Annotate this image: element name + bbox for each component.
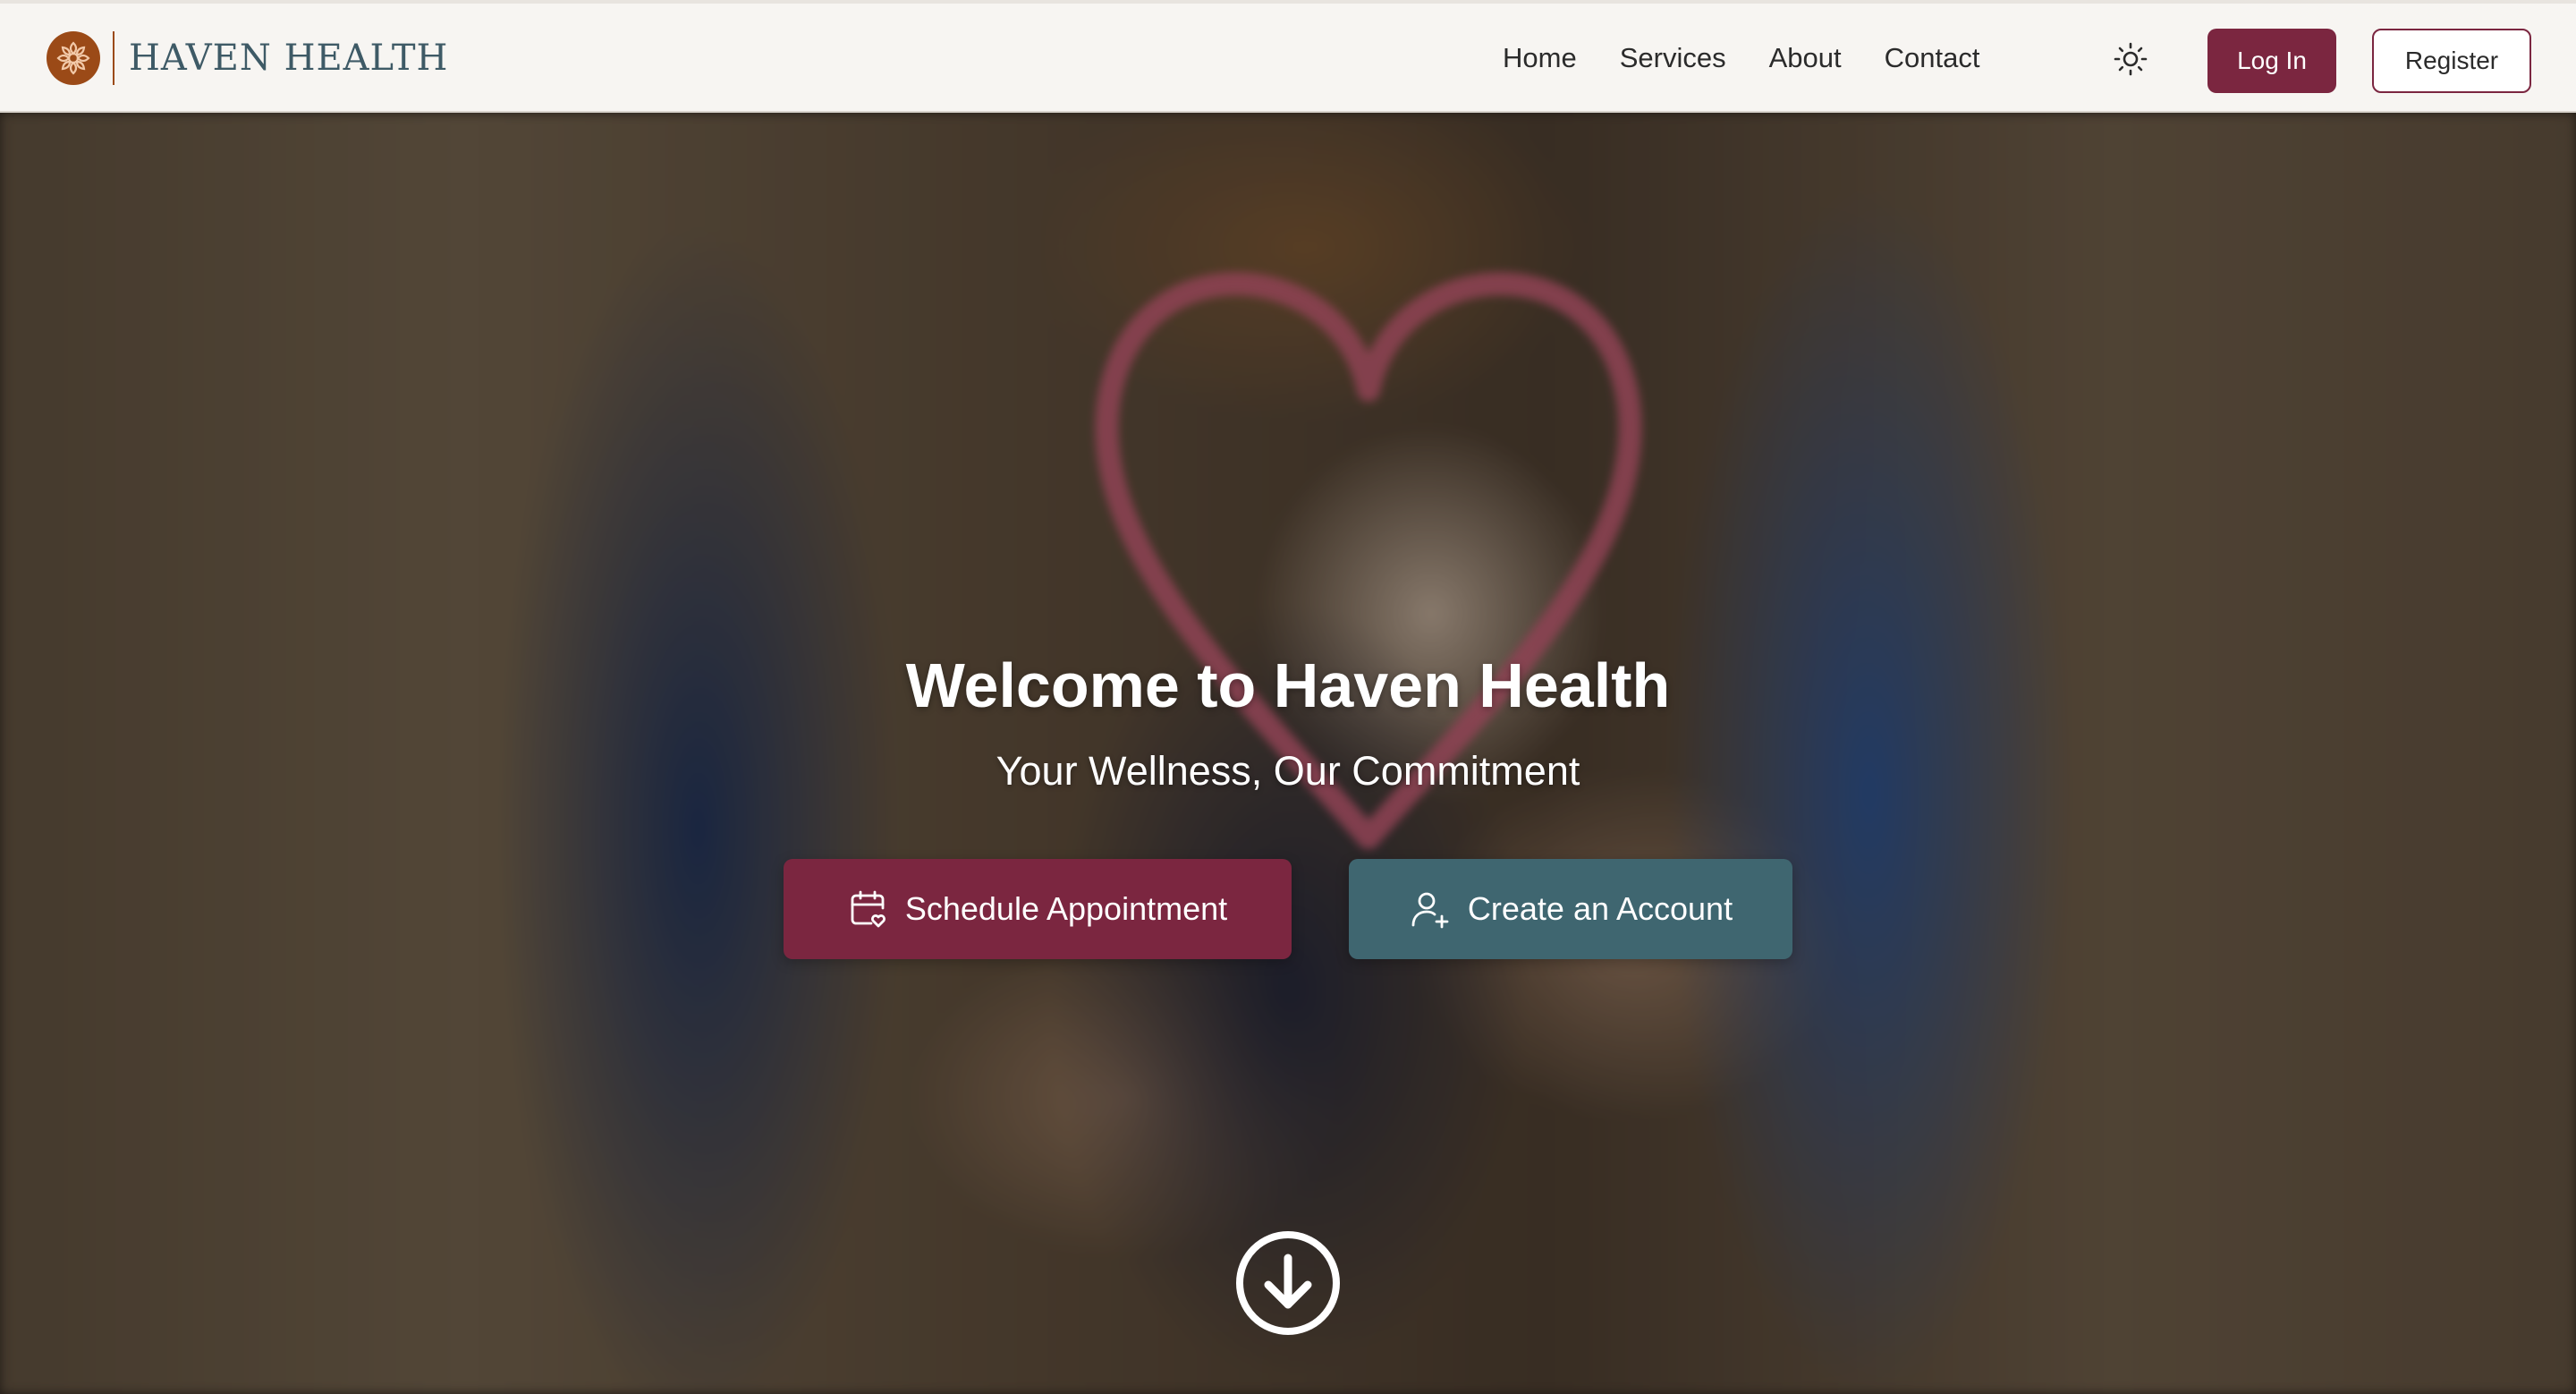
- brand-name: HAVEN HEALTH: [129, 38, 449, 79]
- hero-section: Welcome to Haven Health Your Wellness, O…: [0, 113, 2576, 1394]
- create-account-label: Create an Account: [1467, 890, 1733, 927]
- login-button[interactable]: Log In: [2207, 29, 2336, 93]
- nav-link-services[interactable]: Services: [1620, 42, 1726, 74]
- hero-subtitle: Your Wellness, Our Commitment: [996, 748, 1580, 794]
- brand-divider: [113, 31, 114, 85]
- nav-link-about[interactable]: About: [1769, 42, 1842, 74]
- nav-link-contact[interactable]: Contact: [1885, 42, 1980, 74]
- flower-cross-icon: [47, 31, 100, 85]
- sun-icon: [2114, 42, 2148, 76]
- hero-content: Welcome to Haven Health Your Wellness, O…: [0, 113, 2576, 1394]
- calendar-heart-icon: [851, 890, 886, 928]
- main-nav: Home Services About Contact: [1503, 4, 2022, 113]
- register-button[interactable]: Register: [2372, 29, 2531, 93]
- navbar: HAVEN HEALTH Home Services About Contact…: [0, 0, 2576, 113]
- theme-toggle-button[interactable]: [2109, 38, 2152, 81]
- schedule-appointment-label: Schedule Appointment: [904, 890, 1228, 927]
- schedule-appointment-button[interactable]: Schedule Appointment: [784, 859, 1292, 959]
- brand-link[interactable]: HAVEN HEALTH: [47, 4, 448, 113]
- nav-link-home[interactable]: Home: [1503, 42, 1577, 74]
- hero-title: Welcome to Haven Health: [905, 650, 1671, 720]
- scroll-down-button[interactable]: [1234, 1229, 1342, 1337]
- arrow-down-circle-icon: [1236, 1231, 1340, 1335]
- create-account-button[interactable]: Create an Account: [1349, 859, 1792, 959]
- user-plus-icon: [1411, 892, 1449, 929]
